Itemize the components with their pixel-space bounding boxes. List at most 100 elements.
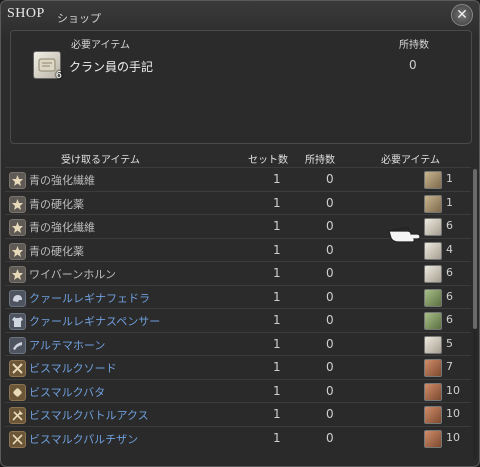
required-item-qty: 6 — [55, 70, 62, 81]
item-name: ビスマルクパルチザン — [29, 432, 139, 446]
leaf-cost-icon[interactable] — [424, 312, 442, 330]
item-cost: 1 — [446, 195, 453, 209]
list-item[interactable]: クァールレギナフェドラ 1 0 6 — [5, 284, 471, 309]
list-item[interactable]: 青の硬化薬 1 0 1 — [5, 190, 471, 215]
item-name: アルテマホーン — [29, 338, 106, 352]
item-set-count: 1 — [273, 289, 281, 304]
item-owned: 0 — [326, 219, 334, 233]
sword-icon — [9, 360, 26, 377]
item-owned: 0 — [326, 430, 334, 445]
item-owned: 0 — [326, 336, 334, 351]
list-item[interactable]: ビスマルクバトルアクス 1 0 10 — [5, 402, 471, 426]
helmet-icon — [9, 289, 26, 307]
item-name: ワイバーンホルン — [29, 268, 117, 281]
item-set-count: 1 — [273, 383, 281, 398]
box-cost-icon[interactable] — [424, 359, 442, 377]
item-name: ビスマルクバタ — [29, 385, 106, 399]
scrollbar-thumb[interactable] — [473, 169, 477, 329]
scroll-cost-icon[interactable] — [424, 265, 442, 283]
item-owned: 0 — [326, 289, 334, 304]
list-item[interactable]: ビスマルクバタ 1 0 10 — [5, 378, 471, 403]
shirt-icon — [9, 313, 26, 330]
box-cost-icon[interactable] — [424, 429, 442, 448]
item-name: クァールレギナフェドラ — [29, 291, 150, 305]
column-set-count: セット数 — [248, 155, 288, 166]
fist-weapon-icon — [9, 383, 26, 401]
star-icon — [9, 172, 26, 189]
item-name: ビスマルクバトルアクス — [29, 409, 149, 422]
required-item-name[interactable]: クラン員の手記 — [69, 58, 153, 75]
item-set-count: 1 — [273, 195, 281, 210]
item-cost: 1 — [446, 172, 453, 185]
item-owned: 0 — [326, 313, 334, 327]
shop-window: SHOP ショップ ✕ 必要アイテム 所持数 6 クラン員の手記 0 受け取るア… — [0, 0, 480, 467]
item-owned: 0 — [326, 266, 334, 280]
item-set-count: 1 — [273, 219, 281, 233]
horn-icon — [9, 336, 26, 354]
item-owned: 0 — [326, 172, 334, 186]
list-item[interactable]: アルテマホーン 1 0 5 — [5, 331, 471, 356]
item-cost: 10 — [446, 430, 460, 444]
item-set-count: 1 — [273, 242, 281, 257]
item-cost: 5 — [446, 336, 453, 350]
star-icon — [9, 219, 26, 236]
leaf-cost-icon[interactable] — [424, 288, 442, 307]
required-item-header: 必要アイテム — [71, 40, 130, 51]
list-item[interactable]: クァールレギナスペンサー 1 0 6 — [5, 308, 471, 332]
star-icon — [9, 195, 26, 213]
item-owned: 0 — [326, 407, 334, 421]
window-subtitle: ショップ — [57, 12, 101, 25]
scroll-icon[interactable]: 6 — [33, 51, 62, 81]
list-item[interactable]: ビスマルクソード 1 0 7 — [5, 355, 471, 379]
axe-icon — [9, 407, 26, 424]
item-set-count: 1 — [273, 336, 281, 351]
item-cost: 6 — [446, 219, 453, 232]
star-icon — [9, 242, 26, 260]
item-set-count: 1 — [273, 360, 281, 374]
item-owned: 0 — [326, 195, 334, 210]
item-name: ビスマルクソード — [29, 362, 117, 375]
item-cost: 10 — [446, 407, 460, 420]
item-name: 青の強化繊維 — [29, 174, 95, 187]
box-cost-icon[interactable] — [424, 406, 442, 424]
item-cost: 6 — [446, 266, 453, 279]
item-cost: 6 — [446, 313, 453, 326]
required-item-owned: 0 — [409, 58, 417, 72]
pouch-cost-icon[interactable] — [424, 171, 442, 189]
item-set-count: 1 — [273, 313, 281, 327]
required-item-panel: 必要アイテム 所持数 6 クラン員の手記 0 — [10, 30, 472, 144]
title-bar[interactable]: SHOP ショップ ✕ — [1, 1, 479, 29]
owned-header: 所持数 — [399, 40, 429, 51]
item-name: クァールレギナスペンサー — [29, 315, 161, 328]
item-owned: 0 — [326, 383, 334, 398]
item-set-count: 1 — [273, 430, 281, 445]
list-item[interactable]: ビスマルクパルチザン 1 0 10 — [5, 425, 471, 450]
scroll-cost-icon[interactable] — [424, 241, 442, 260]
item-cost: 7 — [446, 360, 453, 373]
item-name: 青の硬化薬 — [29, 197, 84, 211]
scrollbar[interactable] — [473, 169, 477, 459]
scroll-cost-icon[interactable] — [424, 218, 442, 236]
list-item[interactable]: 青の強化繊維 1 0 1 — [5, 167, 471, 191]
item-name: 青の硬化薬 — [29, 244, 84, 258]
column-required-item: 必要アイテム — [381, 155, 440, 166]
item-set-count: 1 — [273, 407, 281, 421]
column-receive-item: 受け取るアイテム — [61, 155, 140, 166]
item-cost: 6 — [446, 289, 453, 303]
item-owned: 0 — [326, 360, 334, 374]
star-icon — [9, 266, 26, 283]
item-set-count: 1 — [273, 172, 281, 186]
column-owned: 所持数 — [305, 155, 335, 166]
item-owned: 0 — [326, 242, 334, 257]
scroll-cost-icon[interactable] — [424, 335, 442, 354]
pouch-cost-icon[interactable] — [424, 194, 442, 213]
box-cost-icon[interactable] — [424, 382, 442, 401]
list-item[interactable]: ワイバーンホルン 1 0 6 — [5, 261, 471, 285]
item-name: 青の強化繊維 — [29, 221, 95, 234]
item-cost: 4 — [446, 242, 453, 256]
close-icon[interactable]: ✕ — [451, 4, 473, 26]
item-cost: 10 — [446, 383, 460, 397]
item-set-count: 1 — [273, 266, 281, 280]
pointing-hand-cursor-icon — [387, 220, 421, 250]
window-title: SHOP — [7, 6, 45, 21]
